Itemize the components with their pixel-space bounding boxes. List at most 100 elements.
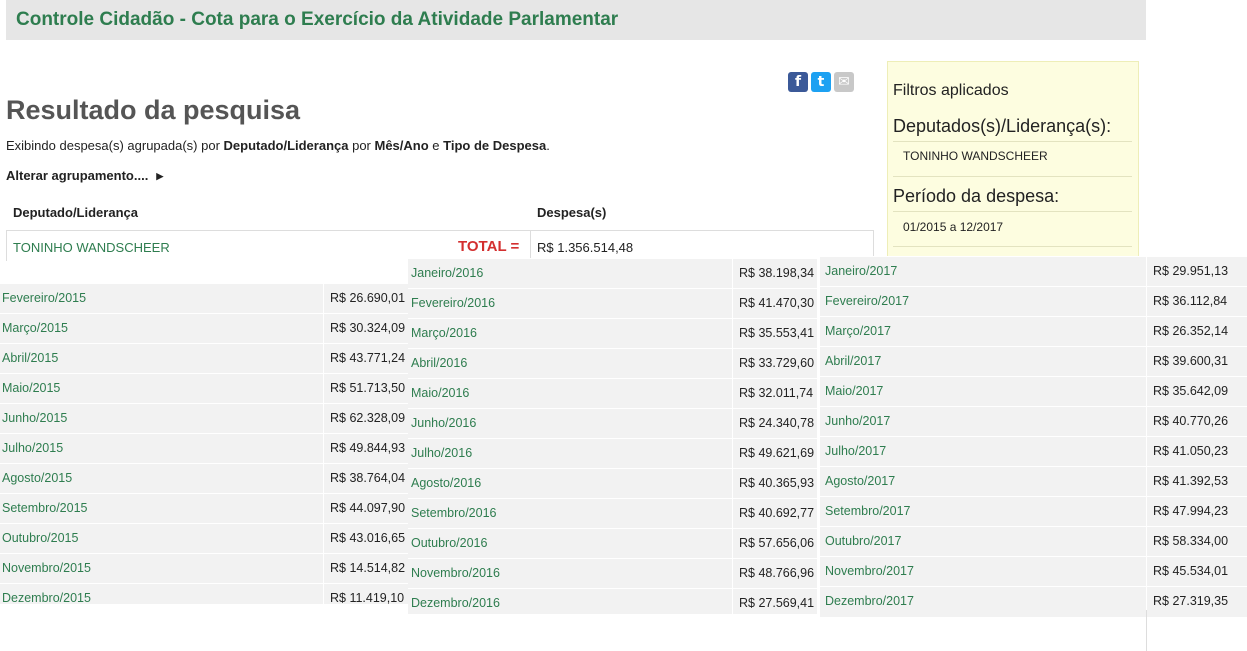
table-row[interactable]: Dezembro/2015 R$ 11.419,10 [0,583,408,614]
expense-value: R$ 49.844,93 [330,441,406,455]
table-row[interactable]: Maio/2015 R$ 51.713,50 [0,373,408,404]
table-row[interactable]: Setembro/2015 R$ 44.097,90 [0,493,408,524]
month-link[interactable]: Abril/2017 [825,354,881,368]
month-link[interactable]: Fevereiro/2016 [411,296,495,310]
expense-value: R$ 36.112,84 [1153,294,1228,308]
expense-value: R$ 35.553,41 [739,326,815,340]
table-row[interactable]: Fevereiro/2017 R$ 36.112,84 [820,286,1247,317]
table-row[interactable]: Julho/2016 R$ 49.621,69 [408,438,817,469]
table-row[interactable]: Junho/2017 R$ 40.770,26 [820,406,1247,437]
month-link[interactable]: Junho/2015 [2,411,67,425]
table-row[interactable]: Dezembro/2017 R$ 27.319,35 [820,586,1247,617]
month-link[interactable]: Setembro/2017 [825,504,910,518]
month-link[interactable]: Agosto/2017 [825,474,895,488]
cell-divider [323,284,324,314]
table-row[interactable]: Fevereiro/2015 R$ 26.690,01 [0,283,408,314]
month-link[interactable]: Junho/2017 [825,414,890,428]
month-link[interactable]: Maio/2017 [825,384,883,398]
table-row[interactable]: Janeiro/2017 R$ 29.951,13 [820,256,1247,287]
month-link[interactable]: Março/2015 [2,321,68,335]
table-row[interactable]: Abril/2015 R$ 43.771,24 [0,343,408,374]
table-row[interactable]: Outubro/2016 R$ 57.656,06 [408,528,817,559]
table-row[interactable]: Março/2017 R$ 26.352,14 [820,316,1247,347]
month-link[interactable]: Agosto/2015 [2,471,72,485]
expense-value: R$ 40.770,26 [1153,414,1229,428]
month-link[interactable]: Novembro/2017 [825,564,914,578]
expense-value: R$ 27.569,41 [739,596,815,610]
table-row[interactable]: Junho/2016 R$ 24.340,78 [408,408,817,439]
month-link[interactable]: Março/2016 [411,326,477,340]
table-row[interactable]: Outubro/2015 R$ 43.016,65 [0,523,408,554]
summary-conj2: e [428,138,444,153]
table-row[interactable]: Julho/2015 R$ 49.844,93 [0,433,408,464]
month-link[interactable]: Abril/2016 [411,356,467,370]
facebook-icon[interactable]: f [788,72,808,92]
expense-value: R$ 47.994,23 [1153,504,1229,518]
cell-divider [1146,527,1147,557]
month-link[interactable]: Julho/2016 [411,446,472,460]
table-row[interactable]: Maio/2016 R$ 32.011,74 [408,378,817,409]
caret-right-icon: ▶ [156,171,164,182]
table-row[interactable]: Maio/2017 R$ 35.642,09 [820,376,1247,407]
expense-value: R$ 41.392,53 [1153,474,1229,488]
group-month: Mês/Ano [374,138,429,153]
cell-divider [1146,287,1147,317]
table-row[interactable]: Fevereiro/2016 R$ 41.470,30 [408,288,817,319]
month-link[interactable]: Março/2017 [825,324,891,338]
table-row[interactable]: Novembro/2016 R$ 48.766,96 [408,558,817,589]
cell-divider [1146,257,1147,287]
month-link[interactable]: Fevereiro/2015 [2,291,86,305]
filter-deputies-label: Deputados(s)/Liderança(s): [893,116,1112,136]
table-row[interactable]: Abril/2017 R$ 39.600,31 [820,346,1247,377]
month-column-2017: Janeiro/2017 R$ 29.951,13 Fevereiro/2017 R$… [820,256,1247,617]
month-link[interactable]: Setembro/2015 [2,501,87,515]
month-link[interactable]: Outubro/2017 [825,534,901,548]
month-link[interactable]: Maio/2015 [2,381,60,395]
table-row[interactable]: Abril/2016 R$ 33.729,60 [408,348,817,379]
page-header-title: Controle Cidadão - Cota para o Exercício… [16,9,619,30]
month-link[interactable]: Agosto/2016 [411,476,481,490]
table-row[interactable]: Agosto/2015 R$ 38.764,04 [0,463,408,494]
table-row[interactable]: Setembro/2017 R$ 47.994,23 [820,496,1247,527]
month-link[interactable]: Outubro/2015 [2,531,78,545]
cell-divider [1146,437,1147,467]
table-row[interactable]: Setembro/2016 R$ 40.692,77 [408,498,817,529]
month-link[interactable]: Junho/2016 [411,416,476,430]
table-row[interactable]: Março/2015 R$ 30.324,09 [0,313,408,344]
table-row[interactable]: Junho/2015 R$ 62.328,09 [0,403,408,434]
expense-value: R$ 40.692,77 [739,506,815,520]
table-row[interactable]: Março/2016 R$ 35.553,41 [408,318,817,349]
month-link[interactable]: Dezembro/2017 [825,594,914,608]
table-row[interactable]: Novembro/2015 R$ 14.514,82 [0,553,408,584]
month-link[interactable]: Outubro/2016 [411,536,487,550]
month-link[interactable]: Fevereiro/2017 [825,294,909,308]
email-icon[interactable]: ✉ [834,72,854,92]
month-link[interactable]: Dezembro/2016 [411,596,500,610]
month-link[interactable]: Julho/2015 [2,441,63,455]
month-link[interactable]: Janeiro/2016 [411,266,483,280]
deputy-name-link[interactable]: TONINHO WANDSCHEER [13,240,170,255]
month-link[interactable]: Setembro/2016 [411,506,496,520]
month-link[interactable]: Maio/2016 [411,386,469,400]
filter-deputies-value: TONINHO WANDSCHEER [903,149,1048,163]
table-row[interactable]: Dezembro/2016 R$ 27.569,41 [408,588,817,619]
table-row[interactable]: Janeiro/2016 R$ 38.198,34 [408,258,817,289]
twitter-icon[interactable]: t [811,72,831,92]
table-row[interactable]: Agosto/2016 R$ 40.365,93 [408,468,817,499]
month-link[interactable]: Abril/2015 [2,351,58,365]
month-link[interactable]: Novembro/2015 [2,561,91,575]
month-link[interactable]: Julho/2017 [825,444,886,458]
table-row[interactable]: Agosto/2017 R$ 41.392,53 [820,466,1247,497]
cell-divider [732,289,733,319]
table-row[interactable]: Outubro/2017 R$ 58.334,00 [820,526,1247,557]
expense-value: R$ 43.771,24 [330,351,406,365]
month-link[interactable]: Novembro/2016 [411,566,500,580]
table-row[interactable]: Novembro/2017 R$ 45.534,01 [820,556,1247,587]
month-column-2015: Fevereiro/2015 R$ 26.690,01 Março/2015 R$ 3… [0,283,408,614]
filter-divider [893,211,1132,212]
expense-value: R$ 32.011,74 [739,386,814,400]
month-link[interactable]: Janeiro/2017 [825,264,897,278]
table-row[interactable]: Julho/2017 R$ 41.050,23 [820,436,1247,467]
change-grouping-link[interactable]: Alterar agrupamento.... ▶ [6,168,163,183]
month-link[interactable]: Dezembro/2015 [2,591,91,605]
